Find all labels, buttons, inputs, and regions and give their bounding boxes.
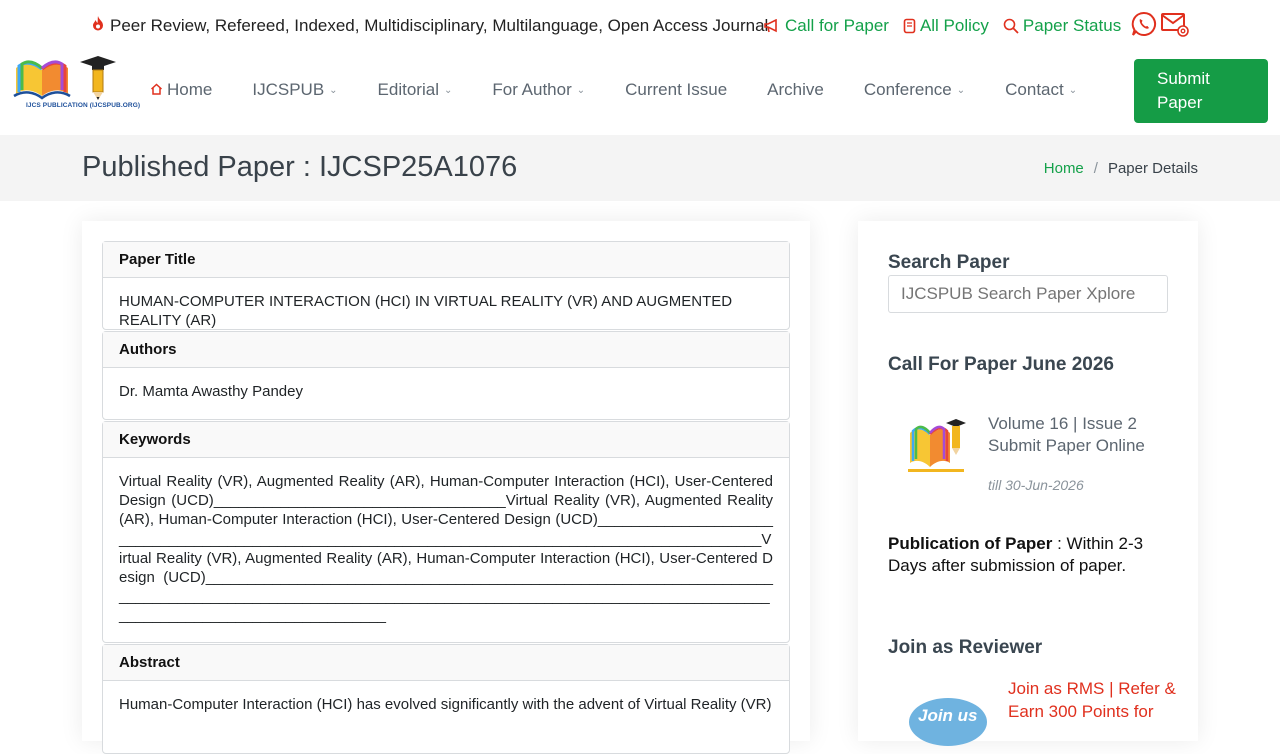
submit-paper-button[interactable]: Submit Paper: [1134, 59, 1268, 123]
sidebar: Search Paper Call For Paper June 2026 Vo…: [858, 221, 1198, 746]
megaphone-icon: [764, 19, 781, 33]
nav-ijcspub[interactable]: IJCSPUB ⌄: [252, 80, 337, 100]
nav-editorial[interactable]: Editorial ⌄: [378, 80, 453, 100]
top-bar: Peer Review, Refereed, Indexed, Multidis…: [0, 0, 1280, 52]
nav-for-author[interactable]: For Author ⌄: [492, 80, 585, 100]
cfp-submit-online: Submit Paper Online: [988, 436, 1145, 455]
keywords-label: Keywords: [103, 422, 789, 458]
top-links: Call for Paper All Policy Paper Status: [764, 16, 1135, 36]
nav-contact[interactable]: Contact ⌄: [1005, 80, 1077, 100]
keywords-value: Virtual Reality (VR), Augmented Reality …: [119, 473, 773, 625]
call-for-paper-info[interactable]: Volume 16 | Issue 2 Submit Paper Online: [988, 413, 1145, 457]
publication-label: Publication of Paper: [888, 534, 1053, 553]
site-logo[interactable]: IJCS PUBLICATION (IJCSPUB.ORG): [12, 54, 140, 114]
home-icon: [150, 82, 163, 98]
logo-caption: IJCS PUBLICATION (IJCSPUB.ORG): [26, 102, 141, 109]
authors-value: Dr. Mamta Awasthy Pandey: [119, 383, 303, 400]
call-for-paper-link[interactable]: Call for Paper: [764, 16, 889, 36]
nav-current-issue[interactable]: Current Issue: [625, 80, 727, 100]
cfp-deadline: till 30-Jun-2026: [988, 477, 1084, 493]
journal-tagline: Peer Review, Refereed, Indexed, Multidis…: [92, 16, 768, 36]
tagline-text: Peer Review, Refereed, Indexed, Multidis…: [110, 16, 769, 35]
paper-status-link[interactable]: Paper Status: [1003, 16, 1121, 36]
breadcrumb-separator: /: [1093, 160, 1098, 177]
chevron-down-icon: ⌄: [576, 84, 586, 96]
nav-home[interactable]: Home: [150, 80, 212, 100]
social-icons: [1130, 10, 1190, 38]
fire-icon: [92, 16, 104, 36]
page-title-band: Published Paper : IJCSP25A1076 Home / Pa…: [0, 135, 1280, 201]
join-reviewer-link[interactable]: Join as RMS | Refer & Earn 300 Points fo…: [1008, 677, 1178, 723]
authors-block: Authors Dr. Mamta Awasthy Pandey: [102, 331, 790, 420]
paper-details-card: Paper Title HUMAN-COMPUTER INTERACTION (…: [82, 221, 810, 754]
search-paper-heading: Search Paper: [888, 252, 1010, 273]
keywords-block: Keywords Virtual Reality (VR), Augmented…: [102, 421, 790, 643]
publication-info: Publication of Paper : Within 2-3 Days a…: [888, 533, 1168, 577]
abstract-block: Abstract Human-Computer Interaction (HCI…: [102, 644, 790, 754]
paper-title-block: Paper Title HUMAN-COMPUTER INTERACTION (…: [102, 241, 790, 330]
join-us-badge[interactable]: Join us: [908, 697, 988, 747]
journal-logo-small: [906, 413, 968, 475]
breadcrumb: Home / Paper Details: [1044, 160, 1198, 177]
page-title: Published Paper : IJCSP25A1076: [82, 151, 518, 183]
nav-conference[interactable]: Conference ⌄: [864, 80, 965, 100]
chevron-down-icon: ⌄: [329, 84, 338, 96]
document-icon: [903, 18, 916, 34]
whatsapp-icon[interactable]: [1130, 10, 1158, 38]
nav-menu: Home IJCSPUB ⌄ Editorial ⌄ For Author ⌄ …: [150, 80, 1077, 100]
all-policy-link[interactable]: All Policy: [903, 16, 989, 36]
abstract-value: Human-Computer Interaction (HCI) has evo…: [119, 696, 772, 713]
chevron-down-icon: ⌄: [1068, 84, 1078, 96]
join-reviewer-heading: Join as Reviewer: [888, 637, 1043, 658]
abstract-label: Abstract: [103, 645, 789, 681]
chevron-down-icon: ⌄: [443, 84, 453, 96]
paper-title-label: Paper Title: [103, 242, 789, 278]
nav-archive[interactable]: Archive: [767, 80, 824, 100]
email-icon[interactable]: [1160, 10, 1190, 38]
chevron-down-icon: ⌄: [956, 84, 966, 96]
search-paper-input[interactable]: [888, 275, 1168, 313]
search-icon: [1003, 18, 1019, 34]
main-navbar: IJCS PUBLICATION (IJCSPUB.ORG) Home IJCS…: [0, 52, 1280, 135]
authors-label: Authors: [103, 332, 789, 368]
call-for-paper-heading: Call For Paper June 2026: [888, 354, 1114, 375]
cfp-volume-issue: Volume 16 | Issue 2: [988, 414, 1138, 433]
breadcrumb-current: Paper Details: [1107, 160, 1198, 177]
breadcrumb-home-link[interactable]: Home: [1044, 160, 1084, 177]
join-us-badge-text: Join us: [918, 706, 978, 725]
